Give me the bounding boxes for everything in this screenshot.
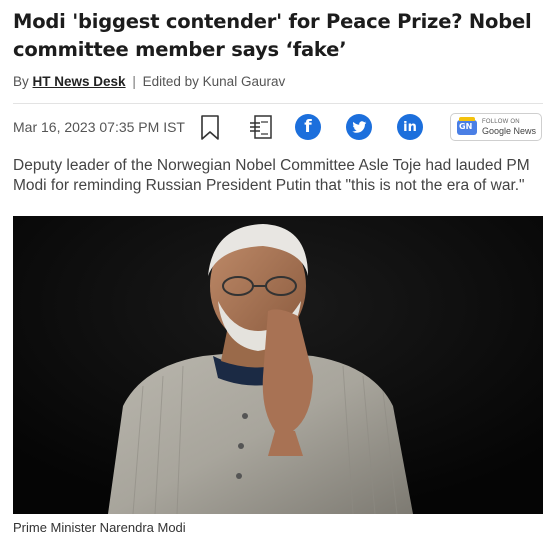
google-news-logo-text: GN xyxy=(459,121,473,131)
author-link[interactable]: HT News Desk xyxy=(33,74,126,89)
google-news-label: Google News xyxy=(482,126,537,136)
twitter-icon[interactable] xyxy=(346,114,372,140)
hero-image xyxy=(13,216,543,514)
image-caption: Prime Minister Narendra Modi xyxy=(13,520,186,535)
byline-separator: | xyxy=(132,74,136,89)
share-icon[interactable] xyxy=(249,114,275,145)
article-summary: Deputy leader of the Norwegian Nobel Com… xyxy=(13,157,530,194)
byline: By HT News Desk | Edited by Kunal Gaurav xyxy=(13,74,285,89)
google-news-icon: GN xyxy=(457,116,477,135)
article-headline: Modi 'biggest contender' for Peace Prize… xyxy=(13,10,532,61)
edited-by: Edited by Kunal Gaurav xyxy=(142,74,286,89)
linkedin-icon[interactable]: in xyxy=(397,114,423,140)
meta-row: Mar 16, 2023 07:35 PM IST f in GN FOLLOW… xyxy=(13,112,543,142)
google-news-follow-button[interactable]: GN FOLLOW ON Google News xyxy=(450,113,542,141)
publish-date: Mar 16, 2023 07:35 PM IST xyxy=(13,119,185,135)
divider xyxy=(13,103,543,104)
byline-prefix: By xyxy=(13,74,29,89)
bookmark-icon[interactable] xyxy=(200,115,220,146)
facebook-icon[interactable]: f xyxy=(295,114,321,140)
